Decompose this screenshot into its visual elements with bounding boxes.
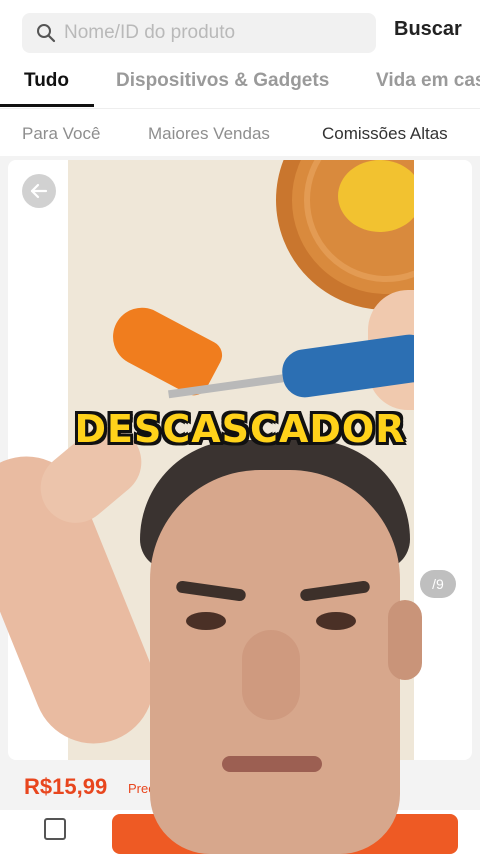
search-icon: [36, 23, 56, 43]
search-input[interactable]: [64, 13, 364, 53]
presenter-left-eye: [186, 612, 226, 630]
tab-tudo[interactable]: Tudo: [24, 70, 69, 92]
subtab-comissoes-altas[interactable]: Comissões Altas: [322, 124, 448, 144]
active-tab-indicator: [0, 104, 94, 107]
search-box[interactable]: [22, 13, 376, 53]
subtab-maiores-vendas[interactable]: Maiores Vendas: [148, 124, 270, 144]
presenter-ear: [388, 600, 422, 680]
tab-vida-em-casa[interactable]: Vida em cas: [376, 70, 480, 92]
subtab-para-voce[interactable]: Para Você: [22, 124, 100, 144]
product-price: R$15,99: [24, 774, 108, 799]
arrow-left-icon: [30, 183, 48, 199]
tab-dispositivos-gadgets[interactable]: Dispositivos & Gadgets: [116, 70, 329, 92]
presenter-nose: [242, 630, 300, 720]
video-caption: DESCASCADOR: [74, 407, 406, 451]
store-icon[interactable]: [44, 818, 66, 840]
presenter-mouth: [222, 756, 322, 772]
sort-subtabs: Para Você Maiores Vendas Comissões Altas: [0, 112, 480, 156]
tabs-divider: [0, 108, 480, 109]
presenter-right-eye: [316, 612, 356, 630]
back-button[interactable]: [22, 174, 56, 208]
search-row: Buscar: [0, 0, 480, 62]
lemon: [338, 160, 414, 232]
category-tabs: Tudo Dispositivos & Gadgets Vida em cas: [0, 62, 480, 108]
search-button[interactable]: Buscar: [394, 18, 462, 41]
image-counter: /9: [420, 570, 456, 598]
